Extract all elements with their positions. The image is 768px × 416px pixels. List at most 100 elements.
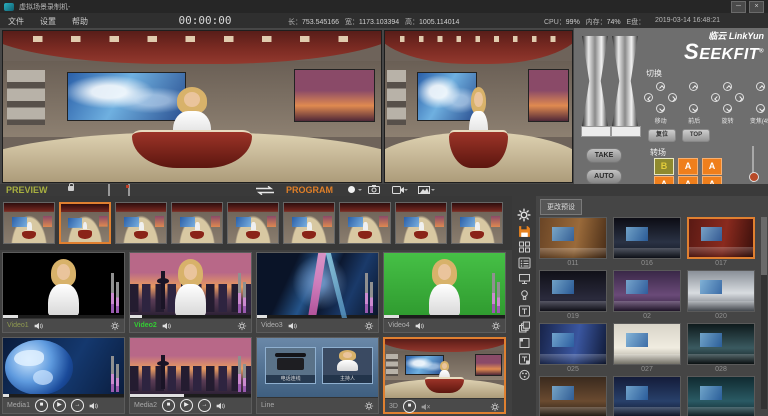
gear-icon[interactable]: [364, 401, 374, 411]
scene-thumb[interactable]: [227, 202, 279, 244]
gear-icon[interactable]: [110, 321, 120, 331]
layers-icon[interactable]: [516, 320, 533, 334]
menu-file[interactable]: 文件: [8, 16, 24, 27]
speaker-muted-icon[interactable]: [421, 403, 431, 411]
slider-knob[interactable]: [749, 172, 759, 182]
camera-icon[interactable]: [368, 185, 380, 194]
next-button[interactable]: →: [71, 399, 84, 412]
arrow-right-button[interactable]: [735, 93, 744, 102]
arrow-down-button[interactable]: [689, 104, 698, 113]
arrow-left-button[interactable]: [711, 93, 720, 102]
speaker-icon[interactable]: [415, 322, 425, 330]
top-view-button[interactable]: TOP: [682, 129, 710, 142]
chevron-down-icon[interactable]: [404, 189, 408, 193]
gear-icon[interactable]: [491, 321, 501, 331]
frame-icon[interactable]: [516, 336, 533, 350]
play-button[interactable]: ▶: [180, 399, 193, 412]
text-title-icon[interactable]: [516, 304, 533, 318]
grid-layout-icon[interactable]: [516, 240, 533, 254]
minimize-button[interactable]: ─: [731, 1, 746, 13]
palette-icon[interactable]: [516, 368, 533, 382]
preset-item[interactable]: 011: [539, 217, 607, 268]
chevron-down-icon[interactable]: [431, 189, 435, 193]
settings-gear-icon[interactable]: [516, 208, 533, 222]
media1-tile[interactable]: Media1 ■ ▶ →: [2, 337, 125, 414]
video4-tile[interactable]: Video4: [383, 252, 506, 333]
stop-button[interactable]: ■: [35, 399, 48, 412]
image-export-icon[interactable]: [418, 186, 430, 194]
menu-settings[interactable]: 设置: [40, 16, 56, 27]
stop-button[interactable]: ■: [162, 399, 175, 412]
gear-icon[interactable]: [364, 321, 374, 331]
arrow-down-button[interactable]: [756, 104, 765, 113]
arrow-up-button[interactable]: [756, 82, 765, 91]
next-button[interactable]: →: [198, 399, 211, 412]
swap-icon[interactable]: [254, 186, 276, 195]
gear-icon[interactable]: [237, 321, 247, 331]
auto-button[interactable]: AUTO: [586, 169, 622, 184]
preset-item[interactable]: 028: [687, 323, 755, 374]
transition-speed-slider[interactable]: [752, 146, 754, 182]
preset-item[interactable]: [539, 376, 607, 416]
speaker-icon[interactable]: [89, 402, 99, 410]
video2-tile[interactable]: Video2: [129, 252, 252, 333]
scene-thumb[interactable]: [451, 202, 503, 244]
transition-tile[interactable]: B: [654, 158, 674, 175]
line-tile[interactable]: 电话连线 主持人 Line: [256, 337, 379, 414]
playlist-icon[interactable]: [516, 256, 533, 270]
take-button[interactable]: TAKE: [586, 148, 622, 163]
transition-tile[interactable]: A: [702, 158, 722, 175]
reset-button[interactable]: 复位: [648, 129, 676, 142]
record-icon[interactable]: [348, 186, 355, 193]
preset-item-selected[interactable]: 017: [687, 217, 755, 268]
subtitle-icon[interactable]: [516, 352, 533, 366]
scene-thumb[interactable]: [395, 202, 447, 244]
speaker-icon[interactable]: [216, 402, 226, 410]
preset-item[interactable]: [687, 376, 755, 416]
menu-help[interactable]: 帮助: [72, 16, 88, 27]
arrow-down-button[interactable]: [723, 104, 732, 113]
play-button[interactable]: ▶: [53, 399, 66, 412]
preset-item[interactable]: 020: [687, 270, 755, 321]
preset-item[interactable]: 027: [613, 323, 681, 374]
stream-icon[interactable]: [392, 186, 404, 194]
speaker-icon[interactable]: [288, 322, 298, 330]
preset-item[interactable]: 02: [613, 270, 681, 321]
scene-thumb[interactable]: [339, 202, 391, 244]
lock-icon[interactable]: [68, 186, 74, 191]
monitor-icon[interactable]: [516, 272, 533, 286]
preset-item[interactable]: [613, 376, 681, 416]
video4-label: Video4: [388, 322, 410, 329]
scene-thumb[interactable]: [283, 202, 335, 244]
arrow-up-button[interactable]: [689, 82, 698, 91]
video1-tile[interactable]: Video1: [2, 252, 125, 333]
change-preset-tab[interactable]: 更改预设: [540, 199, 582, 215]
gallery-scrollbar[interactable]: [761, 217, 767, 409]
arrow-down-button[interactable]: [656, 104, 665, 113]
preset-item[interactable]: 016: [613, 217, 681, 268]
preset-item[interactable]: 025: [539, 323, 607, 374]
arrow-up-button[interactable]: [723, 82, 732, 91]
transition-tile[interactable]: A: [678, 158, 698, 175]
speaker-icon[interactable]: [34, 322, 44, 330]
close-button[interactable]: ×: [749, 1, 764, 13]
stop-button[interactable]: ■: [403, 400, 416, 413]
chevron-down-icon[interactable]: [358, 189, 362, 193]
arrow-right-button[interactable]: [668, 93, 677, 102]
scrollbar-thumb[interactable]: [761, 217, 767, 275]
media2-tile[interactable]: Media2 ■ ▶ →: [129, 337, 252, 414]
arrow-up-button[interactable]: [656, 82, 665, 91]
tbar-fader[interactable]: [580, 34, 644, 138]
preset-item[interactable]: 019: [539, 270, 607, 321]
arrow-left-button[interactable]: [644, 93, 653, 102]
light-icon[interactable]: [516, 288, 533, 302]
scene-thumb-selected[interactable]: [59, 202, 111, 244]
scene-thumb[interactable]: [3, 202, 55, 244]
video3-tile[interactable]: Video3: [256, 252, 379, 333]
scene-thumb[interactable]: [171, 202, 223, 244]
threed-scene-tile[interactable]: 3D ■: [383, 337, 506, 414]
gear-icon[interactable]: [490, 402, 500, 412]
scene-thumb[interactable]: [115, 202, 167, 244]
speaker-icon[interactable]: [162, 322, 172, 330]
save-icon[interactable]: [516, 224, 533, 238]
